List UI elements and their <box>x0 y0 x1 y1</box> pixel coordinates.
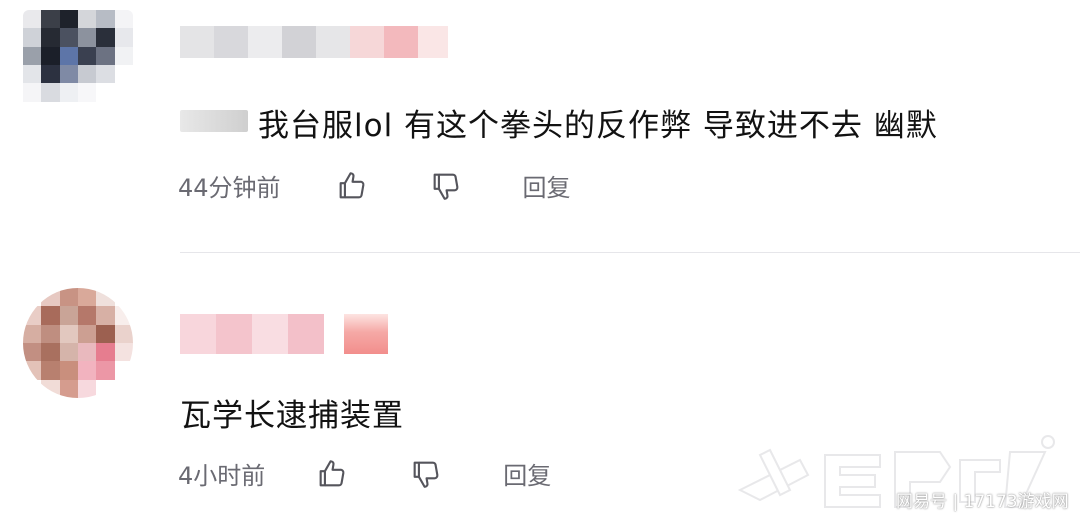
reply-to-blurred <box>180 110 248 132</box>
avatar[interactable] <box>23 10 133 120</box>
timestamp: 44分钟前 <box>178 174 281 202</box>
thumbs-down-icon[interactable] <box>409 457 443 491</box>
username-blurred[interactable] <box>180 314 388 354</box>
comment-text: 瓦学长逮捕装置 <box>180 398 404 434</box>
comment-text: 我台服lol 有这个拳头的反作弊 导致进不去 幽默 <box>258 108 938 144</box>
timestamp: 4小时前 <box>178 462 266 490</box>
thumbs-up-icon[interactable] <box>315 457 349 491</box>
watermark-text: 网易号 | 17173游戏网 <box>896 492 1069 512</box>
comment-divider <box>180 252 1080 253</box>
comment-meta: 44分钟前 回复 <box>178 168 571 203</box>
thumbs-up-icon[interactable] <box>335 169 369 203</box>
avatar[interactable] <box>23 288 133 398</box>
username-blurred[interactable] <box>180 26 448 58</box>
reply-button[interactable]: 回复 <box>503 456 551 491</box>
reply-button[interactable]: 回复 <box>523 168 571 203</box>
thumbs-down-icon[interactable] <box>429 169 463 203</box>
comment-meta: 4小时前 回复 <box>178 456 551 491</box>
